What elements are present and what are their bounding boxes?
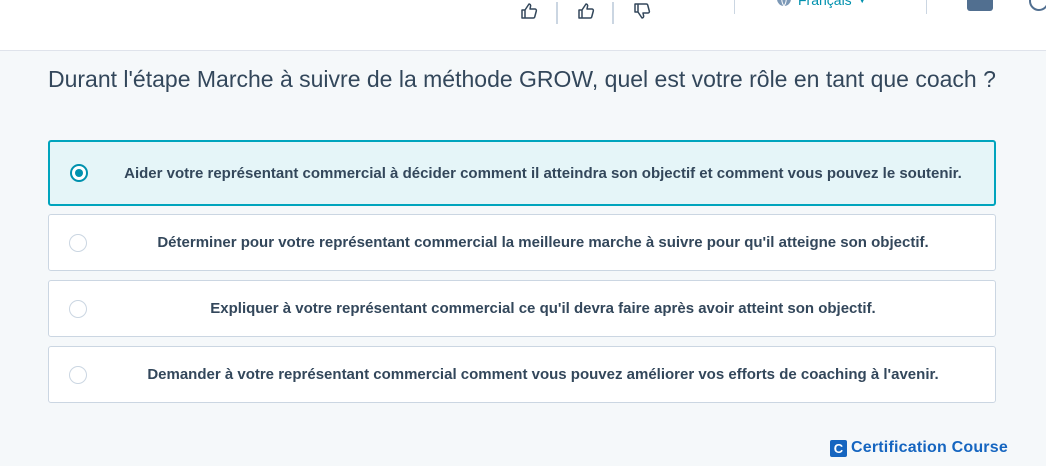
thumbs-up-icon[interactable]	[575, 0, 597, 22]
thumbs-up-outline-icon[interactable]	[518, 0, 540, 22]
answer-option-3[interactable]: Expliquer à votre représentant commercia…	[48, 280, 996, 337]
toolbar-divider	[926, 0, 927, 14]
radio-button[interactable]	[69, 365, 87, 384]
inbox-icon[interactable]	[966, 0, 994, 14]
radio-button[interactable]	[69, 233, 87, 252]
radio-button-selected[interactable]	[70, 164, 88, 182]
globe-icon	[776, 0, 792, 10]
answer-option-4[interactable]: Demander à votre représentant commercial…	[48, 346, 996, 403]
toolbar-divider	[734, 0, 735, 14]
top-toolbar: Français ▼	[0, 0, 1046, 51]
toolbar-divider	[556, 2, 558, 24]
toolbar-divider	[612, 2, 614, 24]
language-selector[interactable]: Français ▼	[776, 0, 867, 8]
radio-button[interactable]	[69, 299, 87, 318]
brand-name: Certification Course	[851, 439, 1008, 456]
answer-option-label: Déterminer pour votre représentant comme…	[157, 234, 929, 251]
answer-option-label: Aider votre représentant commercial à dé…	[124, 164, 962, 182]
answer-option-1[interactable]: Aider votre représentant commercial à dé…	[48, 140, 996, 206]
question-title: Durant l'étape Marche à suivre de la mét…	[48, 66, 996, 92]
brand-logo-icon: C	[830, 439, 847, 457]
answer-option-2[interactable]: Déterminer pour votre représentant comme…	[48, 214, 996, 271]
chevron-down-icon: ▼	[857, 0, 867, 5]
answer-option-label: Demander à votre représentant commercial…	[147, 366, 939, 383]
thumbs-down-icon[interactable]	[631, 0, 653, 22]
language-label: Français	[798, 0, 852, 8]
answer-option-label: Expliquer à votre représentant commercia…	[210, 300, 876, 317]
help-icon[interactable]	[1028, 0, 1046, 12]
brand-watermark: C Certification Course	[830, 438, 1008, 458]
